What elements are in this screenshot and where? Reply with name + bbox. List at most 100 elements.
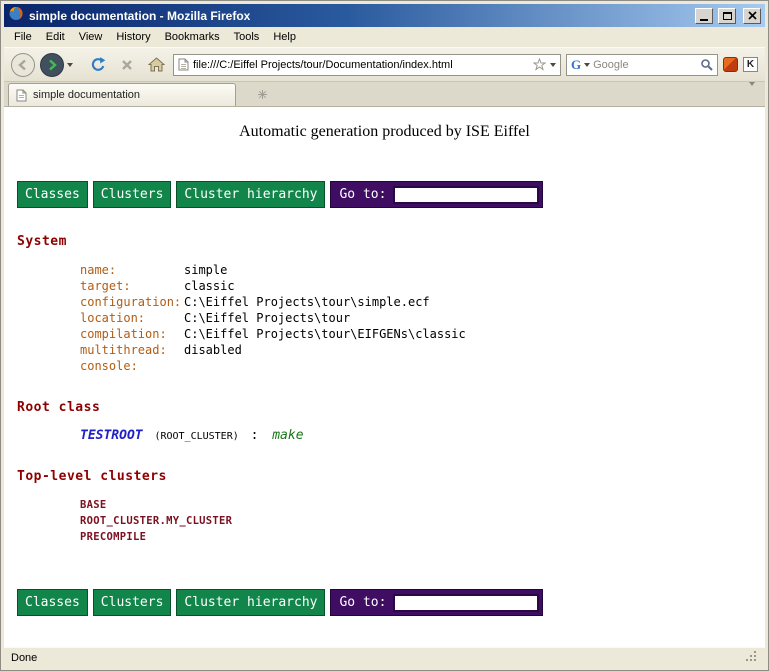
maximize-icon	[723, 12, 732, 20]
top-clusters-list: BASE ROOT_CLUSTER.MY_CLUSTER PRECOMPILE	[80, 497, 765, 545]
property-label: configuration:	[80, 294, 184, 310]
status-bar: Done	[4, 647, 765, 667]
menu-bar: File Edit View History Bookmarks Tools H…	[4, 27, 765, 48]
menu-help[interactable]: Help	[266, 28, 303, 46]
minimize-button[interactable]	[695, 8, 713, 24]
property-row: location:C:\Eiffel Projects\tour	[80, 310, 765, 326]
list-all-tabs-button[interactable]	[743, 82, 761, 108]
goto-label: Go to:	[339, 187, 386, 202]
clusters-button[interactable]: Clusters	[93, 589, 172, 616]
property-row: configuration:C:\Eiffel Projects\tour\si…	[80, 294, 765, 310]
url-input[interactable]	[193, 59, 529, 71]
new-tab-icon[interactable]	[258, 86, 267, 104]
doc-nav-bottom: Classes Clusters Cluster hierarchy Go to…	[17, 589, 765, 616]
goto-input[interactable]	[393, 594, 539, 612]
property-value: disabled	[184, 343, 242, 357]
cluster-link-base[interactable]: BASE	[80, 497, 765, 513]
close-icon	[748, 11, 757, 20]
search-box: G	[566, 54, 718, 76]
search-input[interactable]	[593, 59, 697, 71]
classes-button[interactable]: Classes	[17, 589, 88, 616]
menu-file[interactable]: File	[7, 28, 39, 46]
property-value: C:\Eiffel Projects\tour	[184, 311, 350, 325]
property-value: C:\Eiffel Projects\tour\EIFGENs\classic	[184, 327, 466, 341]
search-engine-dropdown[interactable]	[584, 63, 590, 67]
doc-nav-top: Classes Clusters Cluster hierarchy Go to…	[17, 181, 765, 208]
cluster-link-precompile[interactable]: PRECOMPILE	[80, 529, 765, 545]
menu-bookmarks[interactable]: Bookmarks	[158, 28, 227, 46]
search-magnifier-icon[interactable]	[700, 58, 713, 71]
system-properties: name:simple target:classic configuration…	[80, 262, 765, 374]
extension-k-icon[interactable]: K	[743, 57, 758, 72]
address-bar	[173, 54, 561, 76]
property-label: location:	[80, 310, 184, 326]
navigation-toolbar: G K	[4, 48, 765, 82]
root-class-line: TESTROOT (ROOT_CLUSTER) : make	[80, 428, 765, 443]
google-logo-icon: G	[571, 58, 581, 71]
stop-button[interactable]	[115, 52, 139, 78]
recent-pages-dropdown[interactable]	[67, 63, 73, 67]
property-row: name:simple	[80, 262, 765, 278]
back-button[interactable]	[11, 53, 35, 77]
creation-feature-link[interactable]: make	[272, 428, 303, 443]
property-label: compilation:	[80, 326, 184, 342]
title-bar: simple documentation - Mozilla Firefox	[4, 4, 765, 27]
property-value: simple	[184, 263, 227, 277]
property-row: compilation:C:\Eiffel Projects\tour\EIFG…	[80, 326, 765, 342]
menu-view[interactable]: View	[72, 28, 110, 46]
goto-box: Go to:	[330, 181, 543, 208]
browser-window: simple documentation - Mozilla Firefox F…	[0, 0, 769, 671]
root-class-heading: Root class	[17, 400, 765, 415]
tab-page-icon	[16, 89, 27, 102]
root-cluster-ref: (ROOT_CLUSTER)	[154, 431, 238, 442]
property-row: multithread:disabled	[80, 342, 765, 358]
property-row: console:	[80, 358, 765, 374]
resize-grip[interactable]	[745, 650, 758, 666]
back-arrow-icon	[17, 59, 29, 71]
property-value: C:\Eiffel Projects\tour\simple.ecf	[184, 295, 430, 309]
root-class-link[interactable]: TESTROOT	[80, 428, 143, 443]
cluster-hierarchy-button[interactable]: Cluster hierarchy	[176, 181, 325, 208]
property-row: target:classic	[80, 278, 765, 294]
system-heading: System	[17, 234, 765, 249]
cluster-link-my-cluster[interactable]: ROOT_CLUSTER.MY_CLUSTER	[80, 513, 765, 529]
menu-edit[interactable]: Edit	[39, 28, 72, 46]
window-title: simple documentation - Mozilla Firefox	[29, 9, 690, 23]
clusters-button[interactable]: Clusters	[93, 181, 172, 208]
url-history-dropdown[interactable]	[550, 63, 556, 67]
property-label: multithread:	[80, 342, 184, 358]
property-label: name:	[80, 262, 184, 278]
stop-icon	[121, 59, 133, 71]
tab-strip: simple documentation	[4, 82, 765, 107]
minimize-icon	[700, 19, 708, 21]
tab-label: simple documentation	[33, 89, 140, 101]
property-label: console:	[80, 358, 184, 374]
home-button[interactable]	[144, 52, 168, 78]
page-content: Automatic generation produced by ISE Eif…	[4, 107, 765, 647]
root-separator: :	[251, 428, 259, 443]
firefox-icon	[8, 5, 24, 26]
maximize-button[interactable]	[718, 8, 736, 24]
bookmark-star-icon[interactable]	[533, 58, 546, 71]
tab-simple-documentation[interactable]: simple documentation	[8, 83, 236, 106]
goto-label: Go to:	[339, 595, 386, 610]
goto-input[interactable]	[393, 186, 539, 204]
list-all-tabs-icon	[749, 82, 755, 103]
menu-tools[interactable]: Tools	[227, 28, 267, 46]
status-text: Done	[11, 652, 37, 664]
page-title: Automatic generation produced by ISE Eif…	[4, 123, 765, 141]
goto-box: Go to:	[330, 589, 543, 616]
extension-red-icon[interactable]	[723, 57, 738, 72]
page-icon	[178, 58, 189, 71]
property-value: classic	[184, 279, 235, 293]
menu-history[interactable]: History	[109, 28, 157, 46]
home-icon	[148, 57, 165, 72]
cluster-hierarchy-button[interactable]: Cluster hierarchy	[176, 589, 325, 616]
reload-icon	[90, 56, 107, 73]
close-button[interactable]	[743, 8, 761, 24]
reload-button[interactable]	[86, 52, 110, 78]
forward-button[interactable]	[40, 53, 64, 77]
classes-button[interactable]: Classes	[17, 181, 88, 208]
property-label: target:	[80, 278, 184, 294]
top-clusters-heading: Top-level clusters	[17, 469, 765, 484]
